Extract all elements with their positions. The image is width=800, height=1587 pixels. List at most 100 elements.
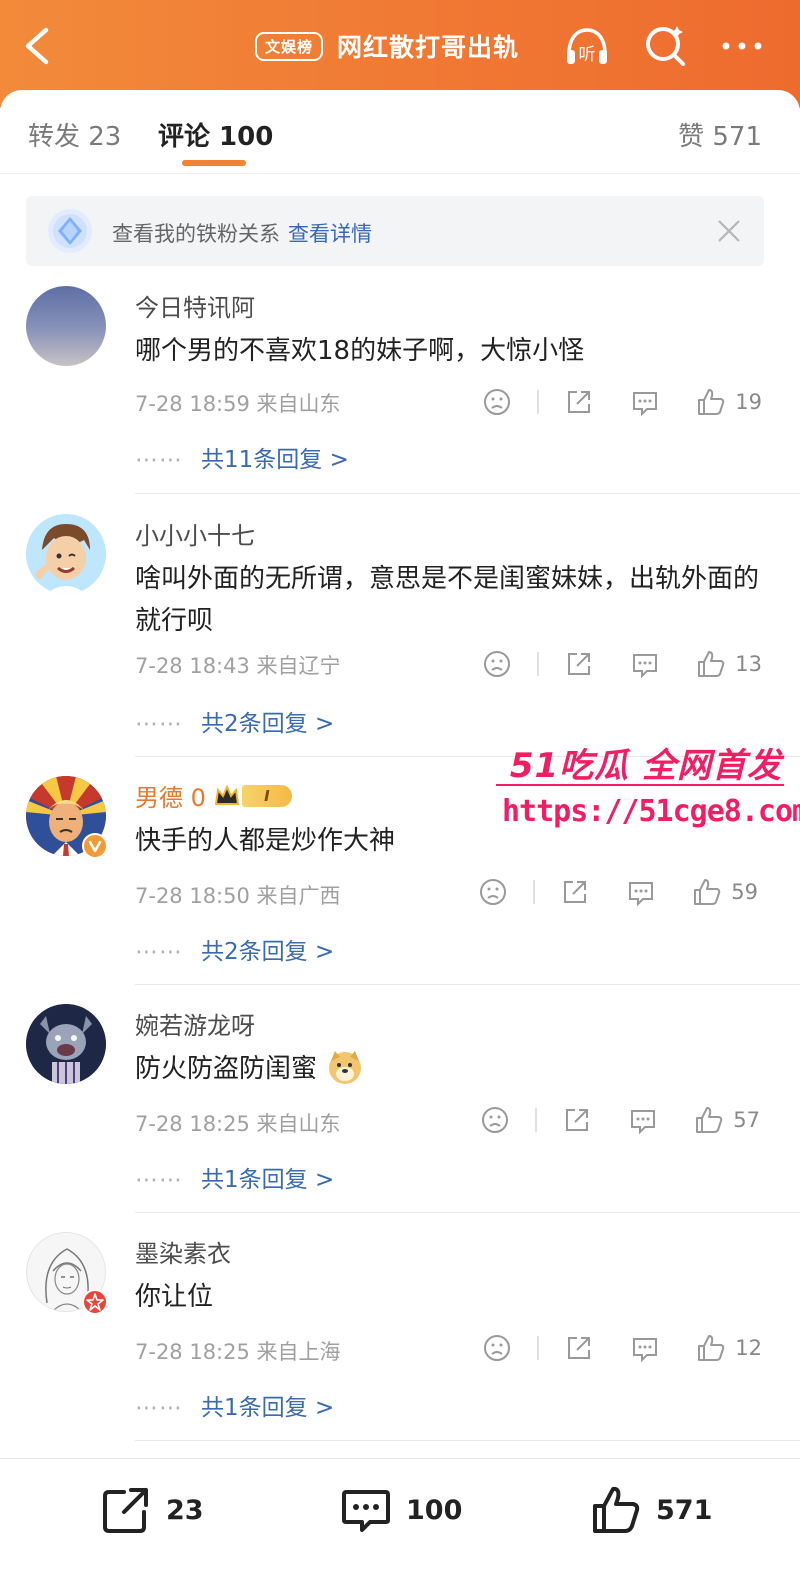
comment-text-content: 防火防盗防闺蜜 xyxy=(135,1054,318,1084)
vip-level-text: I xyxy=(264,786,270,805)
avatar[interactable] xyxy=(26,286,106,366)
replies-label: 共1条回复 > xyxy=(201,1167,335,1193)
dislike-face-icon[interactable] xyxy=(481,386,513,418)
share-icon[interactable] xyxy=(563,386,595,418)
thumbs-up-icon xyxy=(593,1486,640,1533)
comment-username[interactable]: 墨染素衣 xyxy=(135,1234,231,1269)
dislike-face-icon[interactable] xyxy=(481,648,513,680)
header-title-group: 文娱榜 网红散打哥出轨 xyxy=(255,28,519,64)
share-icon[interactable] xyxy=(563,648,595,680)
tab-comment[interactable]: 评论 100 xyxy=(158,116,273,153)
comment-username[interactable]: 男德 0 xyxy=(135,778,206,813)
more-options-icon[interactable] xyxy=(718,22,766,70)
comment-username[interactable]: 今日特讯阿 xyxy=(135,288,255,323)
tab-like[interactable]: 赞 571 xyxy=(678,116,762,153)
comment-username[interactable]: 婉若游龙呀 xyxy=(135,1006,255,1041)
thumbs-up-icon[interactable] xyxy=(693,1104,725,1136)
comment-bubble-icon xyxy=(342,1490,390,1532)
like-button[interactable]: 571 xyxy=(590,1483,712,1537)
reply-dots: ⋯⋯ xyxy=(135,939,183,965)
view-replies-link[interactable]: ⋯⋯ 共1条回复 > xyxy=(135,1160,334,1194)
avatar[interactable] xyxy=(26,514,106,594)
boar-mask-avatar-icon xyxy=(26,1004,106,1084)
active-tab-indicator xyxy=(182,160,246,166)
view-replies-link[interactable]: ⋯⋯ 共11条回复 > xyxy=(135,440,349,474)
like-count: 57 xyxy=(733,1108,760,1132)
view-replies-link[interactable]: ⋯⋯ 共2条回复 > xyxy=(135,704,334,738)
comment-divider xyxy=(135,1212,800,1213)
replies-label: 共2条回复 > xyxy=(201,711,335,737)
tab-repost[interactable]: 转发 23 xyxy=(28,116,121,153)
reply-dots: ⋯⋯ xyxy=(135,447,183,473)
watermark-title: 51吃瓜 全网首发 xyxy=(509,746,782,786)
close-icon[interactable] xyxy=(716,218,742,244)
view-replies-link[interactable]: ⋯⋯ 共2条回复 > xyxy=(135,932,334,966)
doge-emoji-icon xyxy=(329,1051,362,1084)
avatar[interactable] xyxy=(26,1004,106,1084)
comment-meta: 7-28 18:50 来自广西 xyxy=(135,884,341,908)
listen-headphones-icon[interactable]: 听 xyxy=(563,22,611,70)
search-icon[interactable] xyxy=(641,22,689,70)
comment-divider xyxy=(135,1440,800,1441)
tab-bar: 转发 23 评论 100 赞 571 xyxy=(0,90,800,174)
share-icon[interactable] xyxy=(563,1332,595,1364)
share-icon[interactable] xyxy=(561,1104,593,1136)
comment-button[interactable]: 100 xyxy=(340,1483,462,1537)
like-count: 19 xyxy=(735,390,762,414)
like-count: 59 xyxy=(731,880,758,904)
like-count: 13 xyxy=(735,652,762,676)
comment-actions: 19 xyxy=(481,386,762,418)
thumbs-up-icon[interactable] xyxy=(691,876,723,908)
entertainment-rank-tag[interactable]: 文娱榜 xyxy=(255,31,324,61)
like-count: 12 xyxy=(735,1336,762,1360)
reply-dots: ⋯⋯ xyxy=(135,1395,183,1421)
comment-text: 哪个男的不喜欢18的妹子啊，大惊小怪 xyxy=(135,336,585,366)
comment-meta: 7-28 18:43 来自辽宁 xyxy=(135,654,341,678)
reply-bubble-icon[interactable] xyxy=(629,1332,661,1364)
repost-share-icon xyxy=(103,1488,148,1533)
replies-label: 共1条回复 > xyxy=(201,1395,335,1421)
comment-actions: 57 xyxy=(479,1104,760,1136)
fans-relation-banner: 查看我的铁粉关系 查看详情 xyxy=(26,196,764,266)
reply-bubble-icon[interactable] xyxy=(629,386,661,418)
comment-divider xyxy=(135,984,800,985)
star-badge-icon xyxy=(82,1289,108,1315)
comment-text: 你让位 xyxy=(135,1282,214,1312)
watermark: 51吃瓜 全网首发 https://51cge8.com xyxy=(490,738,800,838)
vip-level-badge: I xyxy=(241,784,292,807)
reply-bubble-icon[interactable] xyxy=(627,1104,659,1136)
fan-diamond-icon xyxy=(48,209,92,253)
thumbs-up-icon[interactable] xyxy=(695,648,727,680)
dislike-face-icon[interactable] xyxy=(479,1104,511,1136)
thumbs-up-icon[interactable] xyxy=(695,386,727,418)
watermark-url: https://51cge8.com xyxy=(502,794,800,829)
repost-button[interactable]: 23 xyxy=(100,1483,204,1537)
share-icon[interactable] xyxy=(559,876,591,908)
replies-label: 共2条回复 > xyxy=(201,939,335,965)
dislike-face-icon[interactable] xyxy=(477,876,509,908)
page-title: 网红散打哥出轨 xyxy=(337,33,520,62)
comment-username[interactable]: 小小小十七 xyxy=(135,516,255,551)
reply-bubble-icon[interactable] xyxy=(629,648,661,680)
comment-meta: 7-28 18:25 来自山东 xyxy=(135,1112,341,1136)
comment-actions: 59 xyxy=(477,876,758,908)
dislike-face-icon[interactable] xyxy=(481,1332,513,1364)
verified-v-badge-icon xyxy=(82,833,108,859)
view-details-link[interactable]: 查看详情 xyxy=(288,222,372,246)
reply-dots: ⋯⋯ xyxy=(135,711,183,737)
bottom-action-bar: 23 100 571 xyxy=(0,1458,800,1587)
back-arrow-icon[interactable] xyxy=(18,24,58,68)
comment-divider xyxy=(135,493,800,494)
replies-label: 共11条回复 > xyxy=(201,447,349,473)
comment-actions: 12 xyxy=(481,1332,762,1364)
comment-text: 防火防盗防闺蜜 xyxy=(135,1048,775,1090)
crown-icon xyxy=(214,784,240,805)
fans-banner-text: 查看我的铁粉关系 xyxy=(112,222,280,246)
comment-meta: 7-28 18:25 来自上海 xyxy=(135,1340,341,1364)
reply-bubble-icon[interactable] xyxy=(625,876,657,908)
thumbs-up-icon[interactable] xyxy=(695,1332,727,1364)
watermark-underline xyxy=(496,784,784,786)
repost-count: 23 xyxy=(166,1494,204,1526)
view-replies-link[interactable]: ⋯⋯ 共1条回复 > xyxy=(135,1388,334,1422)
cartoon-boy-avatar-icon xyxy=(26,514,106,594)
